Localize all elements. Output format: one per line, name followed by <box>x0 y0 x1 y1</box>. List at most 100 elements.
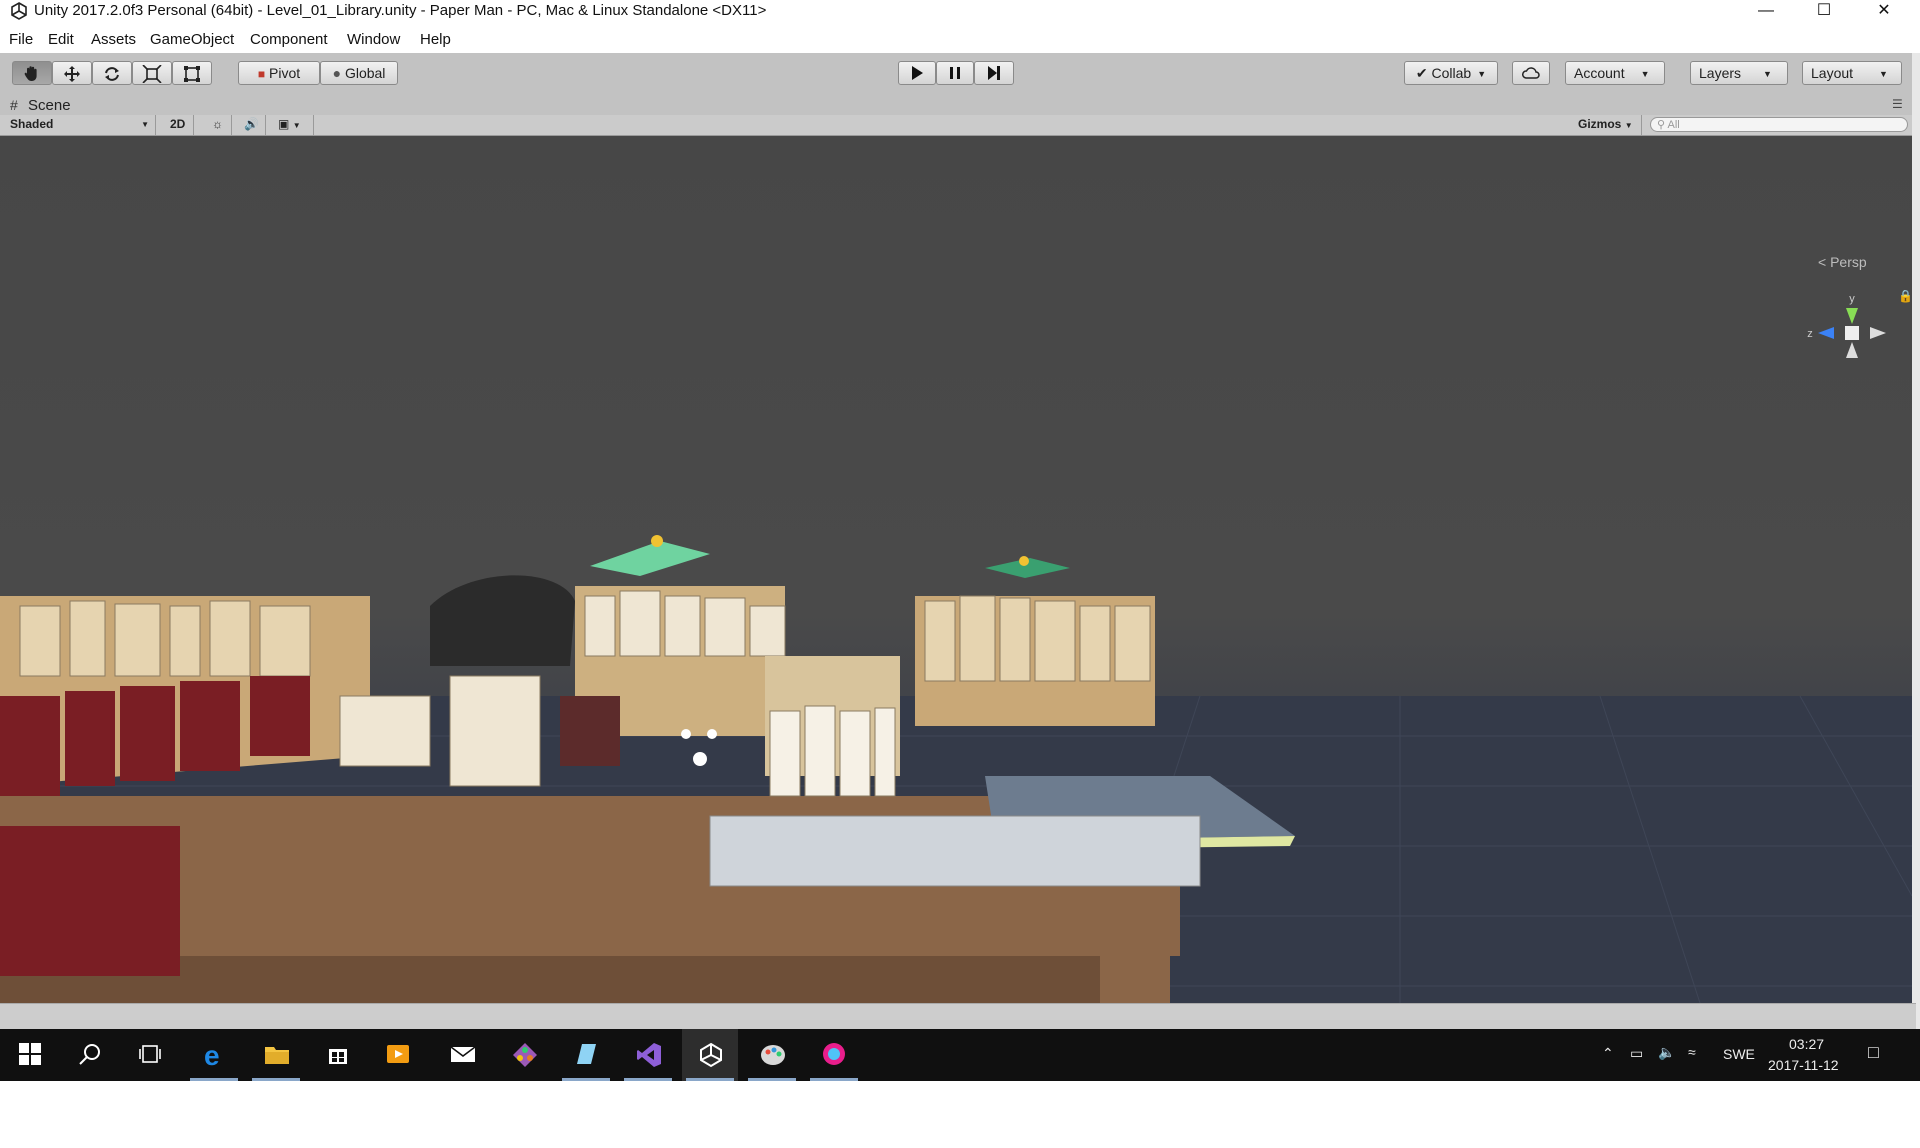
audio-toggle[interactable]: 🔊 <box>238 115 266 135</box>
speaker-icon: 🔊 <box>244 117 259 131</box>
move-tool-icon <box>64 66 80 82</box>
account-dropdown[interactable]: Account ▼ <box>1565 61 1665 85</box>
tray-chevron-icon[interactable]: ⌃ <box>1602 1045 1614 1062</box>
file-explorer-icon[interactable] <box>248 1029 304 1081</box>
edge-icon[interactable]: e <box>186 1029 242 1081</box>
axis-z-label: z <box>1807 328 1813 340</box>
clock-time[interactable]: 03:27 <box>1789 1036 1824 1052</box>
book-stack-dark <box>560 696 620 766</box>
cloud-icon <box>1522 67 1540 79</box>
paper-sheet <box>709 815 1201 887</box>
chevron-down-icon: ▼ <box>1624 121 1633 130</box>
minimize-icon[interactable]: — <box>1743 0 1789 24</box>
menu-gameobject[interactable]: GameObject <box>150 31 234 48</box>
paint-icon[interactable] <box>744 1029 800 1081</box>
chevron-down-icon: ▼ <box>1640 69 1650 79</box>
mode-2d-label: 2D <box>170 117 186 131</box>
green-lamp <box>590 541 710 576</box>
scene-viewport[interactable]: y z 🔒 < Persp <box>0 136 1912 1003</box>
layers-label: Layers <box>1699 65 1742 81</box>
menu-edit[interactable]: Edit <box>48 31 74 48</box>
rotate-tool-button[interactable] <box>92 61 132 85</box>
windows-taskbar: e ⌃ ▭ 🔈 ≈ SWE 03:27 2017-11-12 □ <box>0 1029 1920 1081</box>
rect-tool-icon <box>184 66 200 82</box>
notes-icon[interactable] <box>558 1029 614 1081</box>
pivot-toggle[interactable]: ■ Pivot <box>238 61 320 85</box>
sun-icon: ☼ <box>212 117 223 131</box>
global-label: Global <box>344 65 386 81</box>
window-right-border <box>1912 53 1920 1029</box>
notifications-icon[interactable]: □ <box>1868 1042 1879 1063</box>
projection-toggle[interactable]: < Persp <box>1818 254 1867 270</box>
lighting-toggle[interactable]: ☼ <box>206 115 232 135</box>
persp-arrow-icon: < <box>1818 254 1827 270</box>
rect-tool-button[interactable] <box>172 61 212 85</box>
play-icon <box>912 66 923 80</box>
layout-label: Layout <box>1811 65 1854 81</box>
menu-help[interactable]: Help <box>420 31 451 48</box>
color-picker-icon[interactable] <box>806 1029 862 1081</box>
window-title: Unity 2017.2.0f3 Personal (64bit) - Leve… <box>34 2 767 19</box>
close-icon[interactable]: ✕ <box>1861 0 1907 24</box>
language-indicator[interactable]: SWE <box>1723 1046 1755 1062</box>
cloud-button[interactable] <box>1512 61 1550 85</box>
git-icon[interactable] <box>496 1029 552 1081</box>
visual-studio-icon[interactable] <box>620 1029 676 1081</box>
orientation-gizmo <box>1818 308 1886 358</box>
pivot-label: Pivot <box>269 65 301 81</box>
tab-menu-icon[interactable]: ☰ <box>1892 97 1903 111</box>
dark-rock <box>430 575 575 666</box>
pivot-icon: ■ <box>257 67 266 81</box>
collab-label: Collab <box>1431 65 1472 81</box>
pause-button[interactable] <box>936 61 974 85</box>
search-icon[interactable] <box>62 1029 118 1081</box>
menu-assets[interactable]: Assets <box>91 31 136 48</box>
gizmos-label: Gizmos <box>1578 117 1622 131</box>
screen-margin <box>0 1081 1920 1148</box>
hand-tool-icon <box>24 66 37 81</box>
persp-label: Persp <box>1830 254 1867 270</box>
clock-date[interactable]: 2017-11-12 <box>1768 1057 1839 1073</box>
mail-icon[interactable] <box>434 1029 490 1081</box>
draw-mode-label: Shaded <box>10 117 54 131</box>
hand-tool-button[interactable] <box>12 61 52 85</box>
store-icon[interactable] <box>310 1029 366 1081</box>
windows-start-icon[interactable] <box>2 1029 58 1081</box>
tab-scene[interactable]: Scene <box>28 97 71 114</box>
chevron-down-icon: ▼ <box>141 120 149 129</box>
layout-dropdown[interactable]: Layout ▼ <box>1802 61 1902 85</box>
menu-window[interactable]: Window <box>347 31 400 48</box>
menu-component[interactable]: Component <box>250 31 328 48</box>
mode-2d-toggle[interactable]: 2D <box>164 115 194 135</box>
move-tool-button[interactable] <box>52 61 92 85</box>
global-toggle[interactable]: ● Global <box>320 61 398 85</box>
search-input[interactable]: ⚲ All <box>1650 117 1908 132</box>
menu-file[interactable]: File <box>9 31 33 48</box>
task-view-icon[interactable] <box>122 1029 178 1081</box>
maximize-icon[interactable]: ☐ <box>1801 0 1847 24</box>
image-icon: ▣ <box>278 117 290 131</box>
main-toolbar: ■ Pivot ● Global ✔ Collab ▼ Account ▼ Laye… <box>0 53 1916 96</box>
scale-tool-button[interactable] <box>132 61 172 85</box>
title-bar: Unity 2017.2.0f3 Personal (64bit) - Leve… <box>0 0 1916 24</box>
search-placeholder: All <box>1667 119 1680 131</box>
effects-dropdown[interactable]: ▣ ▼ <box>272 115 314 135</box>
lamp-bulb <box>651 535 663 547</box>
volume-icon[interactable]: 🔈 <box>1658 1044 1675 1061</box>
media-player-icon[interactable] <box>370 1029 426 1081</box>
chevron-down-icon: ▼ <box>1477 69 1487 79</box>
step-button[interactable] <box>974 61 1014 85</box>
collab-dropdown[interactable]: ✔ Collab ▼ <box>1404 61 1498 85</box>
play-button[interactable] <box>898 61 936 85</box>
unity-icon[interactable] <box>682 1029 738 1081</box>
lock-icon[interactable]: 🔒 <box>1898 289 1912 303</box>
collab-check-icon: ✔ <box>1415 65 1428 81</box>
chevron-down-icon: ▼ <box>1763 69 1772 79</box>
battery-icon[interactable]: ▭ <box>1630 1045 1643 1062</box>
chevron-down-icon: ▼ <box>292 121 301 130</box>
layers-dropdown[interactable]: Layers ▼ <box>1690 61 1788 85</box>
account-label: Account <box>1574 65 1625 81</box>
gizmos-dropdown[interactable]: Gizmos ▼ <box>1572 115 1642 135</box>
wifi-icon[interactable]: ≈ <box>1688 1044 1696 1060</box>
draw-mode-dropdown[interactable]: Shaded ▼ <box>4 115 156 135</box>
